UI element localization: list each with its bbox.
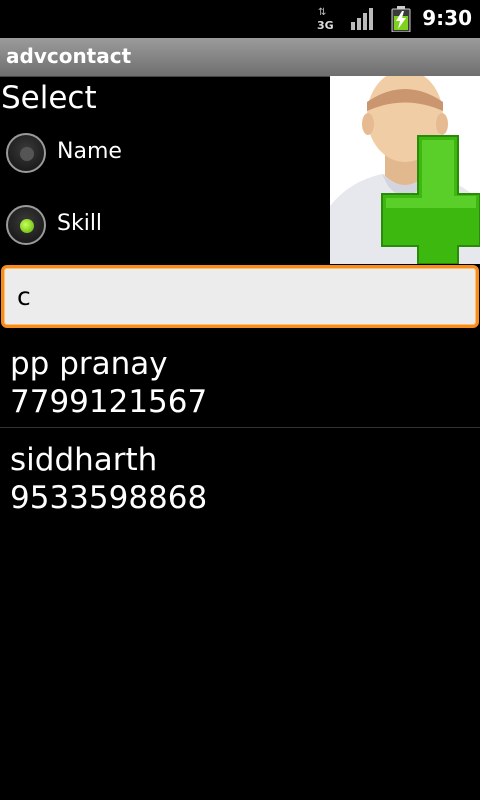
radio-button-name[interactable] [6, 133, 46, 173]
radio-label-name[interactable]: Name [57, 139, 122, 164]
battery-charging-icon [391, 6, 411, 32]
contact-name: siddharth [10, 442, 158, 478]
list-item[interactable]: siddharth 9533598868 [0, 428, 480, 524]
contact-list: pp pranay 7799121567 siddharth 953359886… [0, 332, 480, 524]
app-title-bar: advcontact [0, 38, 480, 77]
contact-phone: 7799121567 [10, 384, 208, 420]
status-bar: ⇅ 3G 9:30 [0, 0, 480, 38]
clock: 9:30 [422, 6, 472, 30]
radio-label-skill[interactable]: Skill [57, 211, 102, 236]
network-3g-icon: ⇅ 3G [317, 7, 334, 33]
app-title: advcontact [6, 44, 132, 68]
search-input[interactable] [4, 268, 476, 325]
list-item[interactable]: pp pranay 7799121567 [0, 332, 480, 428]
signal-strength-icon [351, 8, 373, 30]
contact-phone: 9533598868 [10, 480, 208, 516]
contact-name: pp pranay [10, 346, 168, 382]
radio-button-skill[interactable] [6, 205, 46, 245]
select-label: Select [1, 80, 97, 116]
search-field-frame[interactable] [1, 265, 479, 328]
person-add-icon[interactable] [330, 76, 480, 264]
